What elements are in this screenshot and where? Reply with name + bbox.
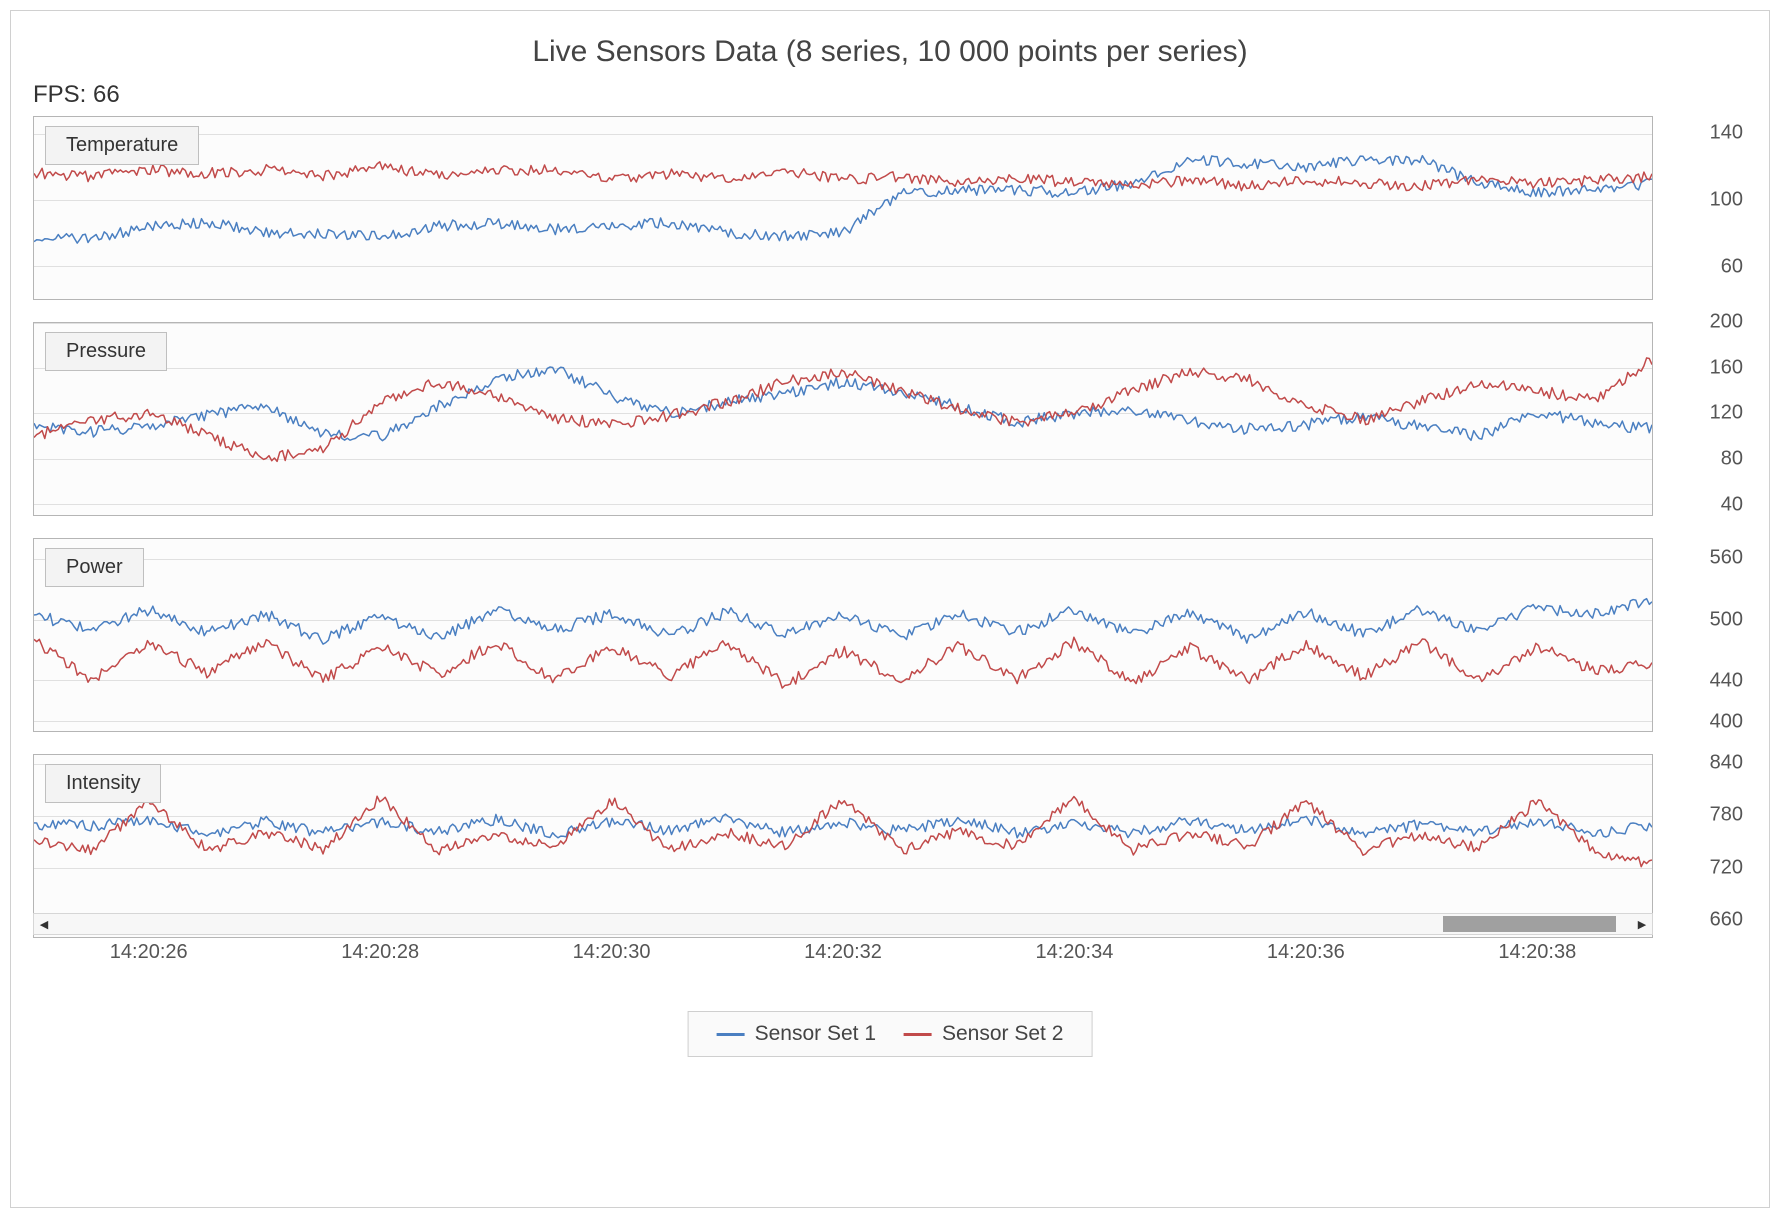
x-tick: 14:20:38: [1498, 941, 1576, 964]
y-tick: 40: [1721, 493, 1743, 516]
series-svg-intensity: [34, 755, 1652, 937]
chart-title: Live Sensors Data (8 series, 10 000 poin…: [11, 35, 1769, 69]
y-axis-pressure: 4080120160200: [1659, 322, 1749, 516]
x-tick: 14:20:26: [110, 941, 188, 964]
y-axis-temperature: 60 100 140: [1659, 116, 1749, 300]
y-tick: 400: [1710, 710, 1743, 733]
x-tick: 14:20:36: [1267, 941, 1345, 964]
y-tick: 160: [1710, 356, 1743, 379]
plot-area-power[interactable]: [33, 538, 1653, 732]
y-tick: 560: [1710, 547, 1743, 570]
series-line-intensity-set2: [34, 796, 1652, 866]
scroll-thumb[interactable]: [1443, 916, 1617, 932]
y-axis-power: 400 440 500 560: [1659, 538, 1749, 732]
x-axis: 14:20:26 14:20:28 14:20:30 14:20:32 14:20:34…: [33, 941, 1653, 981]
legend-label-2: Sensor Set 2: [942, 1022, 1063, 1046]
series-line-pressure-set2: [34, 358, 1652, 461]
y-tick: 80: [1721, 447, 1743, 470]
x-tick: 14:20:32: [804, 941, 882, 964]
series-svg-power: [34, 539, 1652, 731]
x-tick: 14:20:30: [573, 941, 651, 964]
panels-container: 60 100 140 Temperature 40 80 120 160 200 Pressure…: [33, 116, 1749, 938]
chart-frame: Live Sensors Data (8 series, 10 000 poin…: [10, 10, 1770, 1208]
y-tick: 200: [1710, 311, 1743, 334]
y-tick: 660: [1710, 909, 1743, 932]
pane-label-intensity: Intensity: [45, 764, 161, 803]
series-svg-temperature: [34, 117, 1652, 299]
series-line-temperature-set2: [34, 162, 1652, 191]
legend-item-series1[interactable]: Sensor Set 1: [717, 1022, 876, 1046]
fps-label: FPS: 66: [33, 81, 120, 109]
x-tick: 14:20:34: [1035, 941, 1113, 964]
plot-area-intensity[interactable]: [33, 754, 1653, 938]
panel-power: 400 440 500 560 Power: [33, 538, 1749, 732]
legend-label-1: Sensor Set 1: [755, 1022, 876, 1046]
legend-swatch-2: [904, 1033, 932, 1036]
y-tick: 500: [1710, 608, 1743, 631]
y-tick: 720: [1710, 856, 1743, 879]
series-line-power-set2: [34, 637, 1652, 688]
pane-label-temperature: Temperature: [45, 126, 199, 165]
y-tick: 440: [1710, 669, 1743, 692]
y-tick: 140: [1710, 121, 1743, 144]
pane-label-power: Power: [45, 548, 144, 587]
y-tick: 100: [1710, 188, 1743, 211]
y-tick: 780: [1710, 804, 1743, 827]
legend-swatch-1: [717, 1033, 745, 1036]
y-tick: 120: [1710, 402, 1743, 425]
series-line-intensity-set1: [34, 814, 1652, 838]
scroll-track[interactable]: [54, 914, 1632, 934]
y-tick: 840: [1710, 751, 1743, 774]
legend-item-series2[interactable]: Sensor Set 2: [904, 1022, 1063, 1046]
series-svg-pressure: [34, 323, 1652, 515]
scroll-right-button[interactable]: ▶: [1632, 914, 1652, 934]
series-line-power-set1: [34, 599, 1652, 644]
plot-area-pressure[interactable]: [33, 322, 1653, 516]
legend: Sensor Set 1 Sensor Set 2: [688, 1011, 1093, 1057]
plot-area-temperature[interactable]: [33, 116, 1653, 300]
scroll-left-button[interactable]: ◀: [34, 914, 54, 934]
pane-label-pressure: Pressure: [45, 332, 167, 371]
y-axis-intensity: 660 720 780 840: [1659, 754, 1749, 938]
panel-intensity: 660 720 780 840 Intensity: [33, 754, 1749, 938]
x-scrollbar[interactable]: ◀ ▶: [33, 913, 1653, 935]
y-tick: 60: [1721, 255, 1743, 278]
panel-temperature: 60 100 140 Temperature: [33, 116, 1749, 300]
x-tick: 14:20:28: [341, 941, 419, 964]
panel-pressure: 4080120160200Pressure: [33, 322, 1749, 516]
